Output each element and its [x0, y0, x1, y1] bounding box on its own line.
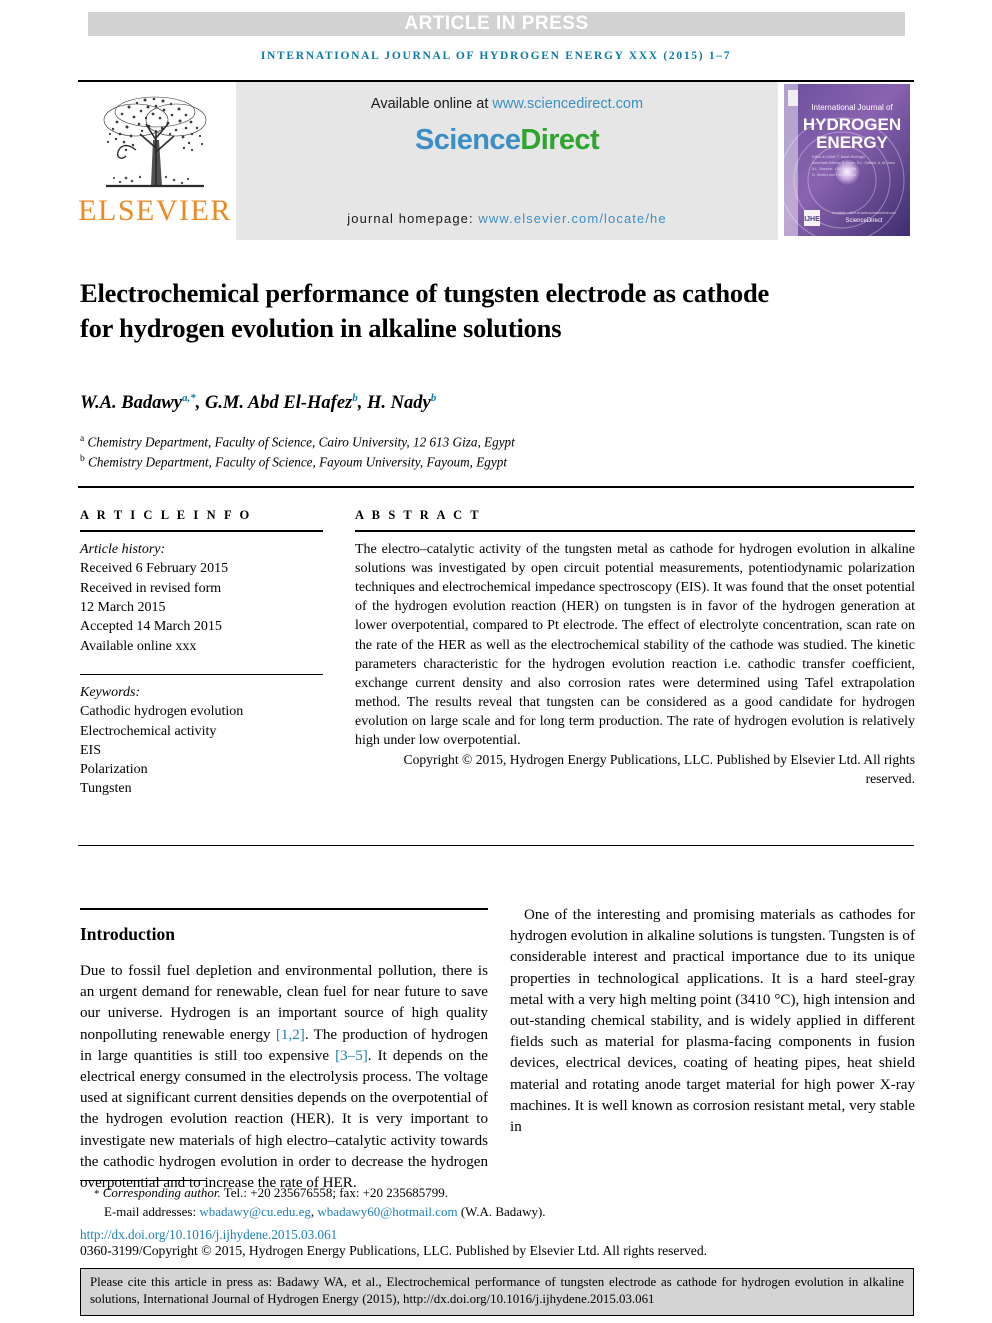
abstract-section-bottom-rule: [78, 845, 914, 846]
author-marks-3: b: [430, 392, 437, 404]
sciencedirect-logo[interactable]: ScienceDirect: [236, 124, 778, 157]
journal-cover-block: International Journal of HYDROGEN ENERGY…: [784, 82, 914, 240]
keyword-item: Polarization: [80, 762, 148, 778]
available-online-line: Available online at www.sciencedirect.co…: [236, 96, 778, 112]
article-history-label: Article history:: [80, 542, 166, 557]
article-history-item: Accepted 14 March 2015: [80, 619, 222, 635]
abstract-rule: [355, 530, 915, 532]
introduction-paragraph-2: One of the interesting and promising mat…: [510, 907, 916, 1136]
cite-this-article-box: Please cite this article in press as: Ba…: [80, 1268, 914, 1316]
article-history-block: Article history: Received 6 February 201…: [80, 540, 323, 656]
svg-text:A.L. Mounter, J.W. Sheffield,: A.L. Mounter, J.W. Sheffield,: [812, 167, 857, 171]
article-in-press-banner: ARTICLE IN PRESS: [88, 12, 905, 36]
article-info-rule: [80, 530, 323, 532]
sciencedirect-banner: Available online at www.sciencedirect.co…: [236, 82, 778, 240]
abstract-heading: A B S T R A C T: [355, 508, 482, 522]
keyword-item: EIS: [80, 742, 101, 758]
keywords-rule: [80, 673, 323, 675]
email-addresses-label: E-mail addresses:: [104, 1203, 197, 1219]
author-list: W.A. Badawya,*, G.M. Abd El-Hafezb, H. N…: [80, 392, 437, 414]
svg-text:Available online at www.scienc: Available online at www.sciencedirect.co…: [832, 211, 896, 215]
sciencedirect-link[interactable]: www.sciencedirect.com: [492, 96, 643, 112]
article-history-item: Received in revised form: [80, 580, 222, 596]
journal-homepage-prefix: journal homepage:: [347, 211, 479, 226]
corresponding-author-label: Corresponding author.: [102, 1185, 221, 1200]
abstract-column: A B S T R A C T The electro–catalytic ac…: [355, 508, 915, 788]
email-link-1[interactable]: wbadawy@cu.edu.eg: [199, 1204, 311, 1219]
available-online-prefix: Available online at: [370, 96, 493, 112]
body-column-left: Introduction Due to fossil fuel depletio…: [80, 916, 488, 1194]
intro-text-c: . It depends on the electrical energy co…: [80, 1047, 488, 1192]
footnote-rule: [80, 1180, 206, 1181]
affiliation-item: b Chemistry Department, Faculty of Scien…: [80, 452, 840, 472]
elsevier-wordmark: ELSEVIER: [78, 194, 232, 227]
introduction-rule: [80, 908, 488, 910]
svg-text:Editor-in-Chief: T. Nejat Vezi: Editor-in-Chief: T. Nejat Veziroglu: [812, 155, 865, 159]
keyword-item: Electrochemical activity: [80, 723, 217, 739]
affiliation-list: a Chemistry Department, Faculty of Scien…: [80, 432, 840, 472]
abstract-text: The electro–catalytic activity of the tu…: [355, 542, 915, 749]
keywords-label: Keywords:: [80, 684, 141, 700]
author-name-1: W.A. Badawy: [80, 393, 182, 414]
keyword-item: Cathodic hydrogen evolution: [80, 704, 244, 720]
svg-text:IJHE: IJHE: [804, 216, 820, 223]
author-marks-2: b: [352, 392, 358, 404]
email-owner: (W.A. Badawy).: [457, 1203, 546, 1219]
corresponding-author-contact: Tel.: +20 235676558; fax: +20 235685799.: [220, 1185, 449, 1200]
email-link-2[interactable]: wbadawy60@hotmail.com: [317, 1204, 457, 1219]
asterisk-icon: *: [94, 1188, 100, 1200]
issn-copyright-line: 0360-3199/Copyright © 2015, Hydrogen Ene…: [80, 1243, 708, 1258]
keyword-item: Tungsten: [80, 781, 132, 797]
article-info-heading: A R T I C L E I N F O: [80, 508, 252, 522]
cite-this-article-text: Please cite this article in press as: Ba…: [90, 1275, 904, 1307]
svg-text:ENERGY: ENERGY: [816, 133, 888, 152]
sciencedirect-logo-direct: Direct: [520, 124, 600, 156]
introduction-heading: Introduction: [80, 924, 175, 944]
affiliation-text-a: Chemistry Department, Faculty of Science…: [87, 434, 515, 450]
svg-text:Associate Editors: S. Dunn, D.: Associate Editors: S. Dunn, D.L. Gabriel…: [812, 161, 895, 165]
svg-text:ScienceDirect: ScienceDirect: [845, 218, 882, 224]
abstract-copyright: Copyright © 2015, Hydrogen Energy Public…: [403, 752, 916, 786]
body-column-right: x One of the interesting and promising m…: [510, 905, 915, 1138]
sciencedirect-logo-science: Science: [414, 124, 521, 156]
corresponding-author-line: * Corresponding author. Tel.: +20 235676…: [80, 1184, 920, 1203]
svg-text:D. Stolten and F.A. Ferreira: D. Stolten and F.A. Ferreira: [812, 173, 856, 177]
journal-homepage-line: journal homepage: www.elsevier.com/locat…: [236, 211, 778, 226]
footnote-block: * Corresponding author. Tel.: +20 235676…: [80, 1184, 920, 1221]
journal-cover-image: International Journal of HYDROGEN ENERGY…: [784, 84, 910, 236]
article-info-column: A R T I C L E I N F O Article history: R…: [80, 508, 323, 799]
abstract-section-top-rule: [78, 486, 914, 488]
elsevier-logo-block: ELSEVIER: [78, 82, 230, 240]
affiliation-text-b: Chemistry Department, Faculty of Science…: [88, 454, 508, 470]
svg-text:HYDROGEN: HYDROGEN: [803, 115, 901, 134]
doi-link[interactable]: http://dx.doi.org/10.1016/j.ijhydene.201…: [80, 1227, 337, 1243]
page-title: Electrochemical performance of tungsten …: [80, 277, 770, 344]
author-name-3: H. Nady: [367, 393, 431, 414]
introduction-paragraph-1: Due to fossil fuel depletion and environ…: [80, 961, 488, 1194]
article-history-item: Available online xxx: [80, 638, 197, 654]
journal-homepage-link[interactable]: www.elsevier.com/locate/he: [478, 211, 666, 226]
article-in-press-label: ARTICLE IN PRESS: [404, 13, 589, 34]
journal-masthead: ELSEVIER Available online at www.science…: [78, 80, 914, 240]
author-marks-1: a,*: [181, 392, 196, 404]
elsevier-tree-icon: [103, 96, 207, 188]
citation-ref-1[interactable]: [1,2]: [276, 1027, 305, 1043]
author-name-2: G.M. Abd El-Hafez: [204, 393, 353, 414]
affiliation-item: a Chemistry Department, Faculty of Scien…: [80, 432, 840, 452]
article-history-item: Received 6 February 2015: [80, 561, 229, 577]
article-history-item: 12 March 2015: [80, 599, 166, 615]
keywords-block: Keywords: Cathodic hydrogen evolution El…: [80, 673, 323, 799]
journal-running-head: INTERNATIONAL JOURNAL OF HYDROGEN ENERGY…: [260, 50, 732, 62]
affiliation-mark-b: b: [80, 454, 85, 465]
email-line: E-mail addresses: wbadawy@cu.edu.eg, wba…: [80, 1203, 920, 1221]
svg-text:International Journal of: International Journal of: [811, 103, 893, 112]
affiliation-mark-a: a: [80, 434, 85, 444]
citation-ref-2[interactable]: [3–5]: [335, 1048, 368, 1064]
